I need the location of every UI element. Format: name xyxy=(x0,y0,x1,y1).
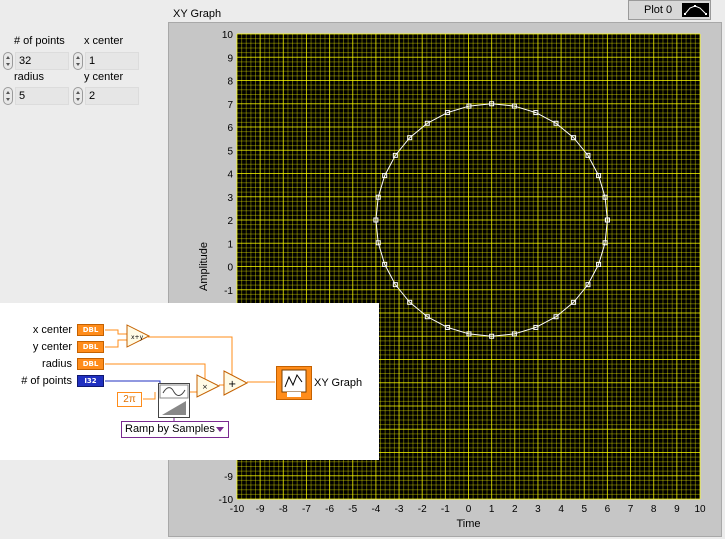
svg-text:×: × xyxy=(202,383,208,391)
two-pi-constant[interactable]: 2π xyxy=(117,392,142,407)
bd-x-center-label: x center xyxy=(32,324,72,336)
y-center-terminal[interactable]: DBL xyxy=(77,341,104,353)
x-center-terminal[interactable]: DBL xyxy=(77,324,104,336)
radius-terminal[interactable]: DBL xyxy=(77,358,104,370)
bd-radius-label: radius xyxy=(42,358,72,370)
chevron-down-icon xyxy=(216,427,224,432)
svg-text:+: + xyxy=(228,379,236,390)
block-diagram-wires: x+y × + xyxy=(105,324,275,421)
multiply-node-icon[interactable]: × xyxy=(196,374,221,398)
svg-text:x+y: x+y xyxy=(131,334,144,341)
add-node-icon[interactable]: + xyxy=(223,370,249,396)
ramp-mode-value: Ramp by Samples xyxy=(125,423,215,435)
bd-num-points-label: # of points xyxy=(21,375,72,387)
ramp-mode-select[interactable]: Ramp by Samples xyxy=(121,421,229,438)
xy-graph-terminal-icon[interactable] xyxy=(276,366,312,400)
xy-graph-terminal-label: XY Graph xyxy=(314,377,363,389)
bd-y-center-label: y center xyxy=(32,341,72,353)
average-node-icon[interactable]: x+y xyxy=(126,324,151,348)
num-points-terminal[interactable]: I32 xyxy=(77,375,104,387)
ramp-pattern-vi-icon[interactable] xyxy=(158,383,190,418)
